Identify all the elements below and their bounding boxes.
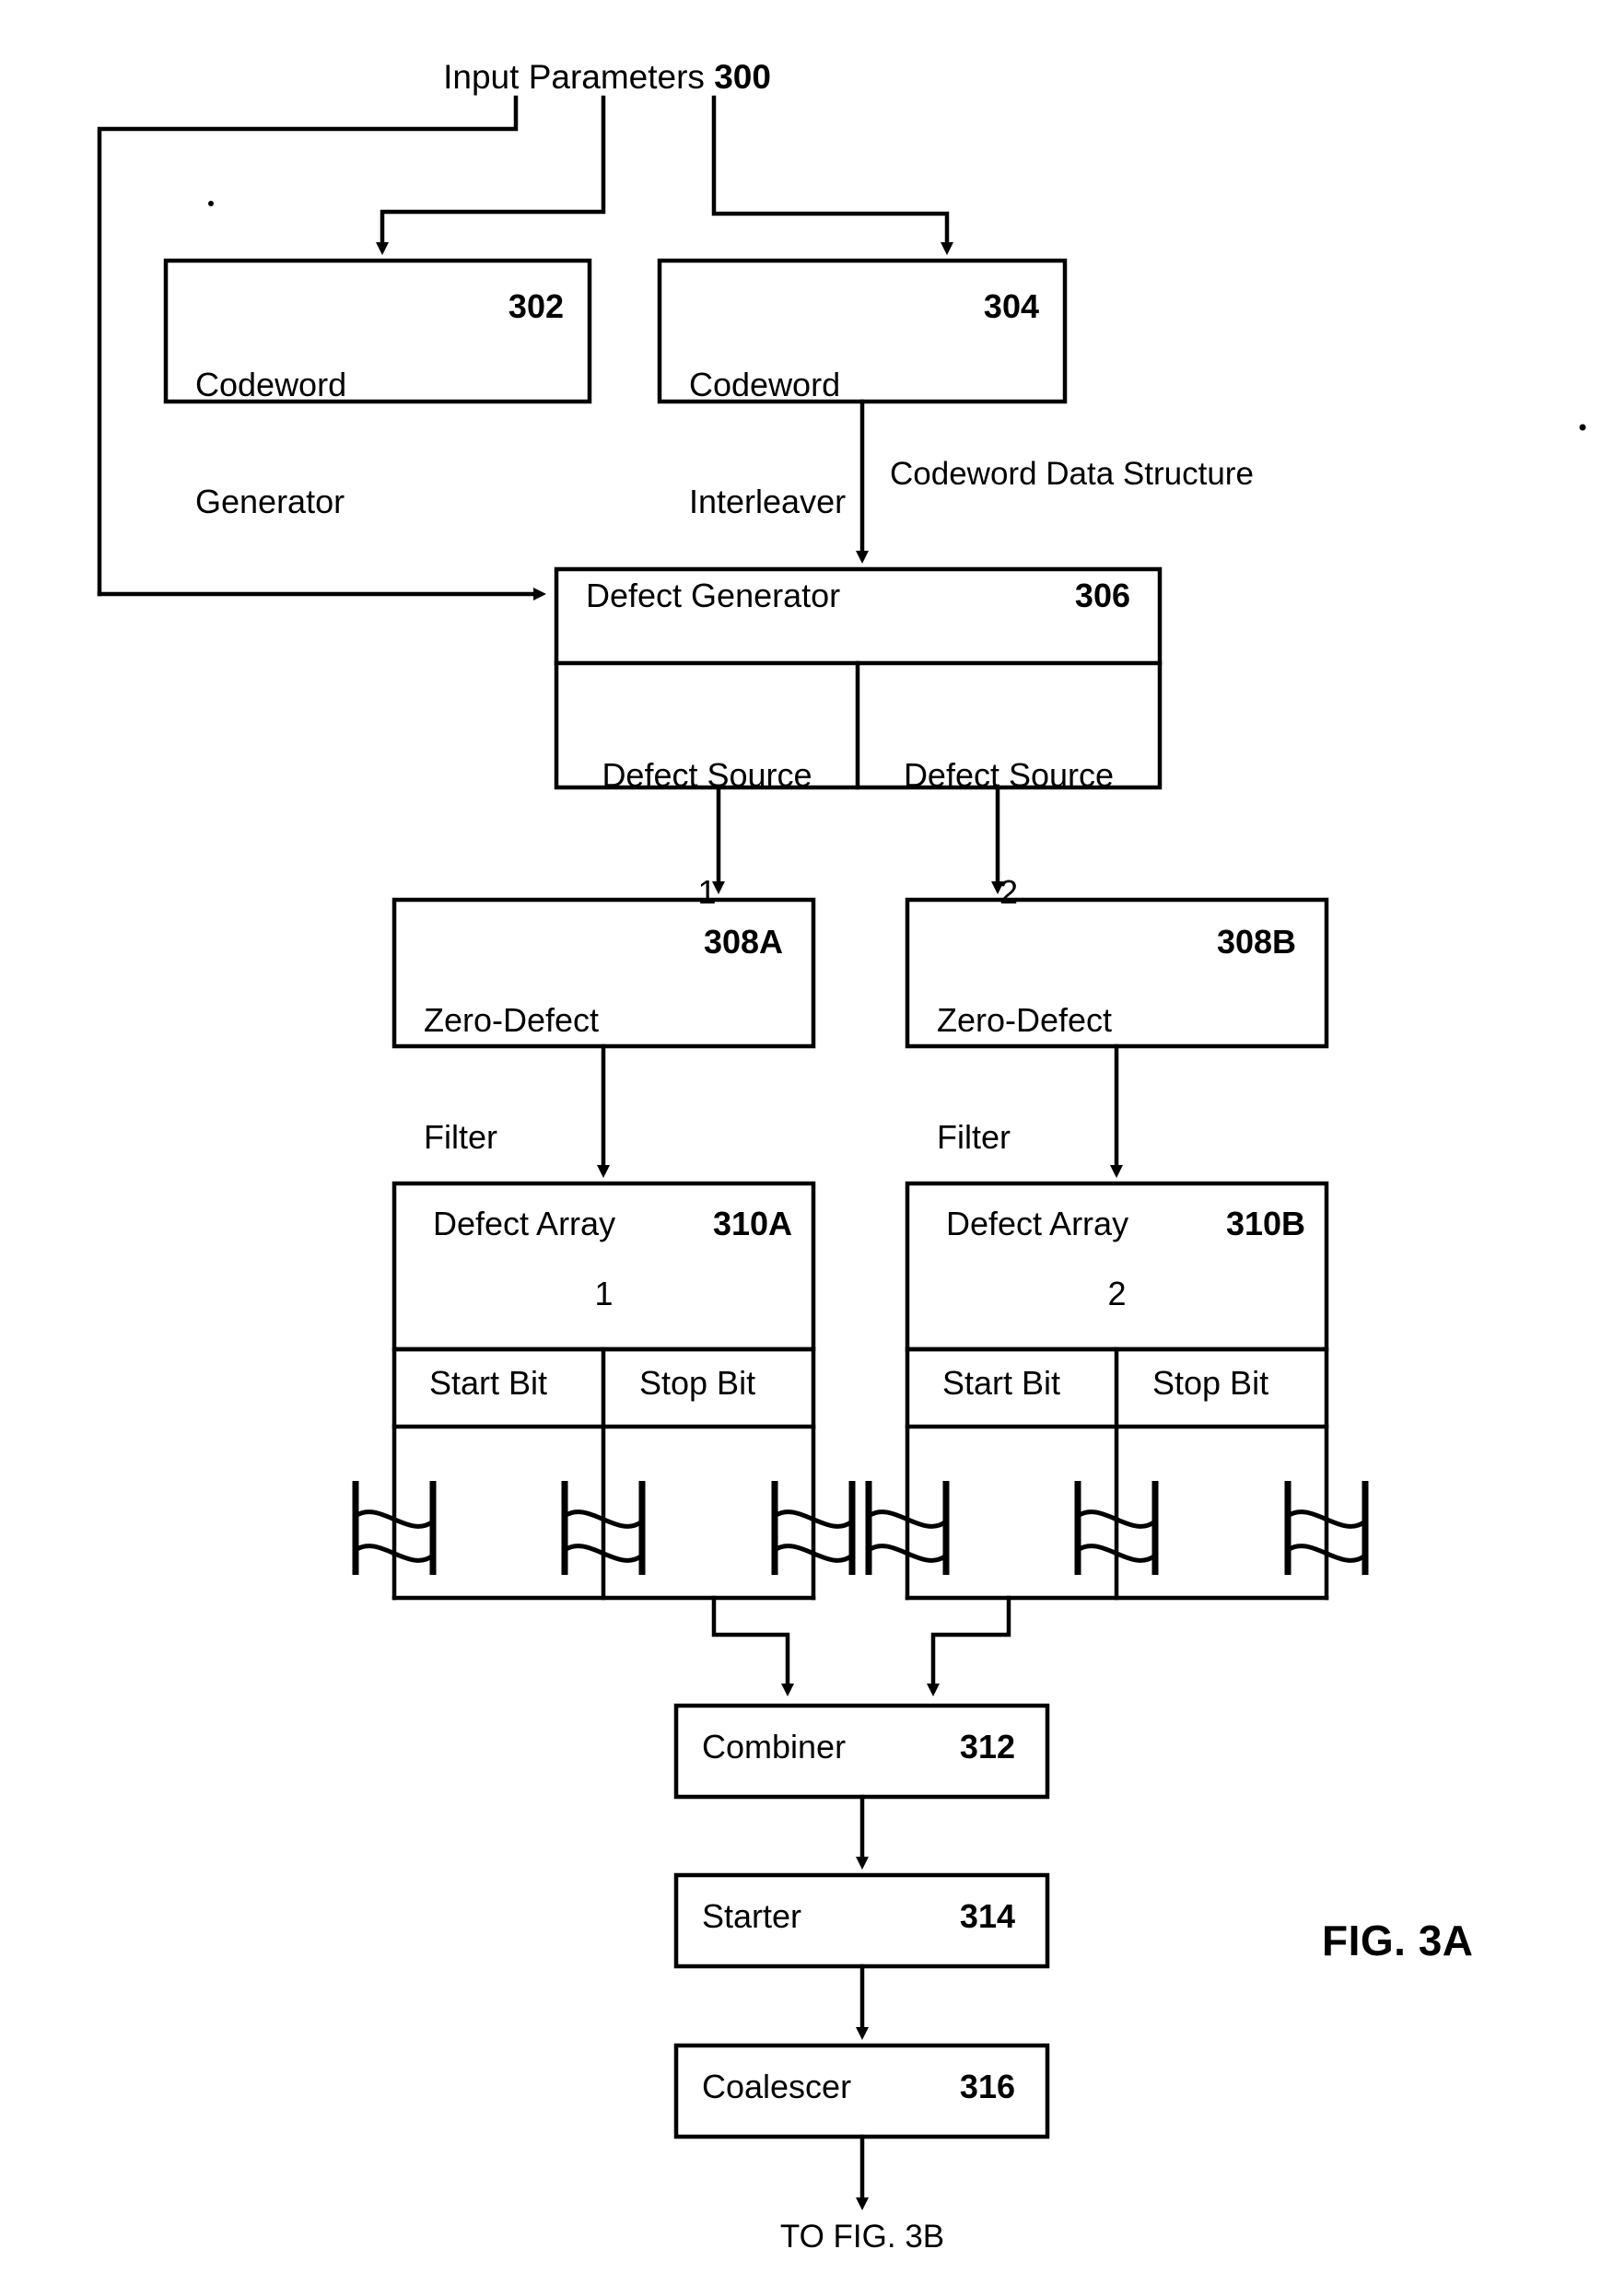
zero-defect-filter-b-line1: Zero-Defect — [937, 1000, 1113, 1039]
zero-defect-filter-a-line2: Filter — [424, 1118, 497, 1157]
zero-defect-filter-a-line1: Zero-Defect — [424, 1000, 600, 1039]
break-symbols — [352, 1481, 1369, 1575]
input-parameters-ref: 300 — [714, 57, 771, 96]
defect-array-b-title: Defect Array — [946, 1205, 1129, 1242]
defect-array-a-title: Defect Array — [433, 1205, 616, 1242]
defect-source-2-line1: Defect Source — [903, 755, 1115, 794]
combiner-block[interactable]: Combiner 312 — [702, 1728, 1015, 1766]
codeword-interleaver-line1: Codeword — [689, 365, 841, 403]
coalescer-title: Coalescer — [702, 2068, 852, 2105]
codeword-generator-title: Codeword Generator — [195, 287, 346, 600]
input-parameters-label: Input Parameters 300 — [405, 17, 771, 137]
zero-defect-filter-a-block[interactable]: Zero-Defect Filter 308A — [424, 923, 783, 1236]
starter-ref: 314 — [959, 1897, 1015, 1935]
combiner-ref: 312 — [959, 1728, 1015, 1766]
codeword-interleaver-ref: 304 — [983, 287, 1039, 325]
defect-source-1-line1: Defect Source — [602, 755, 812, 794]
codeword-generator-line2: Generator — [195, 483, 345, 521]
codeword-data-structure-label: Codeword Data Structure — [890, 456, 1254, 492]
defect-array-a-ref: 310A — [712, 1205, 792, 1242]
zero-defect-filter-b-title: Zero-Defect Filter — [937, 923, 1112, 1236]
codeword-interleaver-block[interactable]: Codeword Interleaver 304 — [689, 287, 1039, 600]
zero-defect-filter-a-title: Zero-Defect Filter — [424, 923, 599, 1236]
zero-defect-filter-b-ref: 308B — [1216, 923, 1296, 961]
input-parameters-text: Input Parameters — [443, 57, 705, 96]
to-fig-3b-label: TO FIG. 3B — [779, 2219, 945, 2255]
coalescer-ref: 316 — [959, 2068, 1015, 2105]
defect-generator-block[interactable]: Defect Generator 306 — [586, 577, 1130, 615]
defect-array-b-header[interactable]: Defect Array 310B — [946, 1205, 1305, 1243]
defect-array-a-header[interactable]: Defect Array 310A — [433, 1205, 792, 1243]
zero-defect-filter-a-ref: 308A — [703, 923, 783, 961]
defect-array-a-col-stop-bit: Stop Bit — [639, 1364, 756, 1402]
defect-generator-ref: 306 — [1074, 577, 1130, 614]
codeword-generator-block[interactable]: Codeword Generator 302 — [195, 287, 564, 600]
starter-block[interactable]: Starter 314 — [702, 1897, 1015, 1936]
defect-generator-title: Defect Generator — [586, 577, 841, 614]
defect-array-a-col-start-bit: Start Bit — [429, 1364, 548, 1402]
defect-array-b-ref: 310B — [1225, 1205, 1305, 1242]
zero-defect-filter-b-line2: Filter — [937, 1118, 1011, 1157]
codeword-generator-ref: 302 — [508, 287, 564, 325]
patent-figure-3a: Input Parameters 300 Codeword Generator … — [0, 0, 1613, 2296]
defect-source-1-line2: 1 — [697, 873, 717, 912]
defect-array-b-col-stop-bit: Stop Bit — [1152, 1364, 1269, 1402]
figure-caption: FIG. 3A — [1322, 1917, 1474, 1964]
defect-array-a-index: 1 — [594, 1275, 614, 1312]
defect-array-b-index: 2 — [1107, 1275, 1127, 1312]
codeword-interleaver-title: Codeword Interleaver — [689, 287, 846, 600]
zero-defect-filter-b-block[interactable]: Zero-Defect Filter 308B — [937, 923, 1296, 1236]
coalescer-block[interactable]: Coalescer 316 — [702, 2068, 1015, 2106]
codeword-interleaver-line2: Interleaver — [689, 483, 847, 521]
combiner-title: Combiner — [702, 1728, 847, 1766]
codeword-generator-line1: Codeword — [195, 365, 347, 403]
defect-source-2-line2: 2 — [999, 873, 1019, 912]
defect-array-b-col-start-bit: Start Bit — [942, 1364, 1061, 1402]
starter-title: Starter — [702, 1897, 802, 1935]
